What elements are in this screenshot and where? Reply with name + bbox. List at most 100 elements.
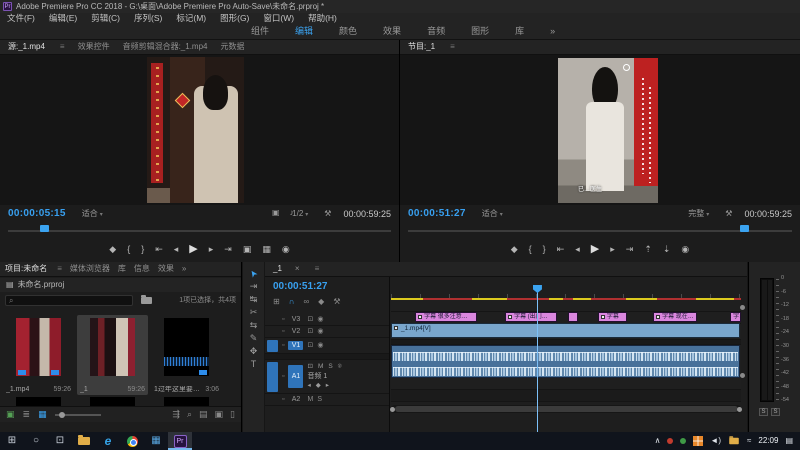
solo-right-button[interactable]: S: [771, 408, 780, 416]
step-back-icon[interactable]: ◂: [575, 245, 580, 254]
linked-selection-icon[interactable]: ∞: [303, 298, 309, 306]
extract-icon[interactable]: ⇣: [663, 245, 671, 254]
program-playhead[interactable]: [740, 225, 749, 232]
tab-media-browser[interactable]: 媒体浏览器: [70, 265, 110, 273]
panel-menu-icon[interactable]: ≡: [60, 43, 65, 51]
sync-lock-icon[interactable]: ⊡: [307, 316, 313, 323]
search-input[interactable]: ⌕: [5, 295, 133, 306]
track-badge[interactable]: A1: [288, 365, 303, 388]
track-a3[interactable]: [391, 390, 741, 402]
workspace-editing[interactable]: 编辑: [282, 27, 326, 36]
lock-icon[interactable]: ▫: [282, 328, 284, 335]
nest-icon[interactable]: ⊞: [273, 298, 280, 306]
delete-icon[interactable]: ▯: [230, 410, 235, 419]
bin-folder-icon[interactable]: [141, 297, 152, 304]
drag-video-icon[interactable]: ▣: [272, 209, 280, 217]
tab-metadata[interactable]: 元数据: [220, 43, 244, 51]
tab-audio-clip-mixer[interactable]: 音频剪辑混合器:_1.mp4: [123, 43, 208, 51]
tray-app-icon-red[interactable]: [667, 438, 673, 444]
source-settings-wrench-icon[interactable]: ⚒: [324, 210, 331, 218]
zoom-slider[interactable]: [55, 414, 101, 416]
network-icon[interactable]: ≈: [747, 437, 751, 445]
project-item-audio[interactable]: 1过年这里要怎…3:06: [151, 315, 222, 395]
zoom-slider-knob[interactable]: [59, 412, 65, 418]
file-explorer-button[interactable]: [72, 432, 96, 450]
icon-view-icon[interactable]: ▦: [38, 410, 47, 419]
find-icon[interactable]: ⌕: [187, 410, 192, 419]
add-marker-icon[interactable]: ◆: [109, 245, 116, 254]
track-badge[interactable]: V1: [288, 341, 303, 350]
go-to-out-icon[interactable]: ⇥: [224, 245, 232, 254]
keyframe-prev-icon[interactable]: ◂: [307, 383, 310, 390]
voiceover-mic-icon[interactable]: ⌾: [338, 364, 342, 371]
track-badge[interactable]: A2: [288, 396, 303, 403]
workspace-overflow-icon[interactable]: »: [537, 27, 568, 36]
menu-graphics[interactable]: 图形(G): [213, 14, 256, 23]
track-badge[interactable]: V3: [288, 316, 303, 323]
mute-icon[interactable]: M: [307, 396, 313, 403]
panel-menu-icon[interactable]: ≡: [315, 265, 320, 273]
cortana-button[interactable]: ○: [24, 432, 48, 450]
keyframe-next-icon[interactable]: ▸: [326, 383, 329, 390]
track-v3[interactable]: [391, 300, 741, 312]
add-marker-icon[interactable]: ◆: [511, 245, 518, 254]
subtitle-clip[interactable]: 字…: [730, 312, 741, 322]
workspace-assembly[interactable]: 组件: [238, 27, 282, 36]
hand-tool-icon[interactable]: ✥: [250, 347, 258, 356]
tab-project[interactable]: 项目:未命名: [5, 265, 47, 273]
workspace-effects[interactable]: 效果: [370, 27, 414, 36]
timeline-settings-wrench-icon[interactable]: ⚒: [333, 298, 340, 306]
track-header-a1[interactable]: ▫ A1 ⊡ M S ⌾ 音频 1 ◂ ◆ ▸: [265, 360, 389, 394]
menu-sequence[interactable]: 序列(S): [127, 14, 169, 23]
scroll-handle[interactable]: [737, 407, 742, 412]
menu-window[interactable]: 窗口(W): [256, 14, 301, 23]
scroll-handle[interactable]: [390, 407, 395, 412]
program-scrub-track[interactable]: [408, 230, 792, 232]
workspace-color[interactable]: 颜色: [326, 27, 370, 36]
subtitle-clip[interactable]: 字幕: [598, 312, 627, 322]
pen-tool-icon[interactable]: ✎: [250, 334, 258, 343]
track-a2[interactable]: [391, 378, 741, 390]
add-marker-icon[interactable]: ◆: [318, 298, 324, 306]
panel-menu-icon[interactable]: ≡: [57, 265, 62, 273]
track-header-a2[interactable]: ▫ A2 M S: [265, 394, 389, 406]
automate-to-sequence-icon[interactable]: ⇶: [172, 410, 180, 419]
tab-sequence[interactable]: _1: [273, 265, 282, 273]
menu-help[interactable]: 帮助(H): [301, 14, 344, 23]
lock-icon[interactable]: ▫: [282, 373, 284, 380]
panel-menu-icon[interactable]: ≡: [450, 43, 455, 51]
writable-toggle-icon[interactable]: ▣: [6, 410, 15, 419]
source-scrubber[interactable]: [0, 224, 399, 234]
step-back-icon[interactable]: ◂: [174, 245, 179, 254]
menu-clip[interactable]: 剪辑(C): [84, 14, 127, 23]
workspace-libraries[interactable]: 库: [502, 27, 537, 36]
selection-tool-icon[interactable]: ➤: [248, 268, 260, 279]
source-video-area[interactable]: [0, 55, 399, 205]
timeline-tracks-area[interactable]: 字幕 很多注意… 字幕 (出门… 字幕 字幕 现在… 字… _1.mp4[V]: [391, 277, 741, 432]
solo-icon[interactable]: S: [317, 396, 322, 403]
audio-clip[interactable]: [391, 345, 740, 378]
timeline-playhead[interactable]: [537, 285, 538, 432]
insert-icon[interactable]: ▣: [243, 245, 252, 254]
timeline-timecode[interactable]: 00:00:51:27: [273, 282, 327, 292]
step-forward-icon[interactable]: ▸: [209, 245, 214, 254]
ripple-edit-tool-icon[interactable]: ↹: [250, 295, 258, 304]
project-item-video[interactable]: _1.mp459:26: [3, 315, 74, 395]
sync-lock-icon[interactable]: ⊡: [307, 364, 312, 371]
solo-left-button[interactable]: S: [759, 408, 768, 416]
play-icon[interactable]: ▶: [189, 244, 197, 255]
lift-icon[interactable]: ⇡: [644, 245, 652, 254]
subtitle-clip[interactable]: [568, 312, 578, 322]
tray-app-icon-green[interactable]: [680, 438, 686, 444]
slip-tool-icon[interactable]: ⇆: [250, 321, 258, 330]
source-playhead[interactable]: [40, 225, 49, 232]
lock-icon[interactable]: ▫: [282, 396, 284, 403]
track-select-tool-icon[interactable]: ⇥: [250, 282, 258, 291]
sync-lock-icon[interactable]: ⊡: [307, 342, 313, 349]
go-to-out-icon[interactable]: ⇥: [626, 245, 634, 254]
export-frame-icon[interactable]: ◉: [282, 245, 290, 254]
new-item-icon[interactable]: ▣: [215, 410, 224, 419]
notification-icon[interactable]: ▤: [785, 437, 793, 445]
program-settings-wrench-icon[interactable]: ⚒: [725, 210, 732, 218]
track-header-v3[interactable]: ▫ V3 ⊡ ◉: [265, 314, 389, 326]
